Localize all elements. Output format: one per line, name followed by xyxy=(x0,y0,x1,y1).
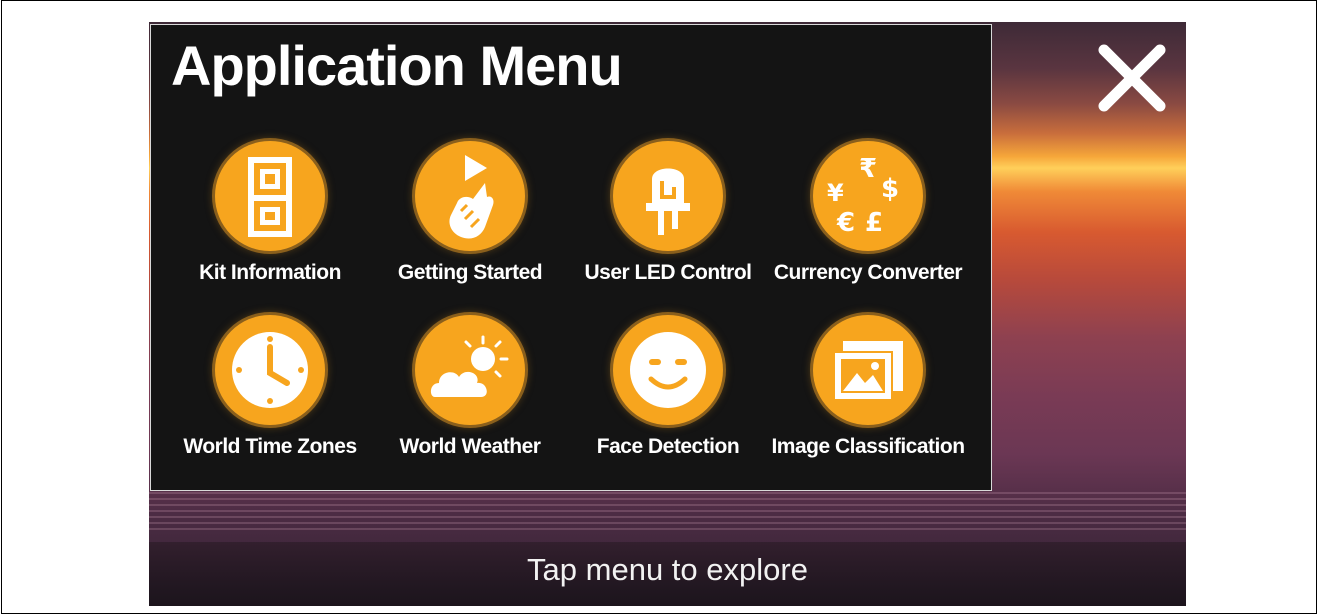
clock-icon xyxy=(215,315,325,425)
app-label: Image Classification xyxy=(771,435,965,458)
app-label: World Weather xyxy=(399,435,541,458)
tagline: Tap menu to explore xyxy=(527,552,808,587)
app-label: Getting Started xyxy=(397,261,543,284)
sun-cloud-icon xyxy=(415,315,525,425)
app-kit-information[interactable]: Kit Information xyxy=(175,141,365,301)
led-icon xyxy=(613,141,723,251)
images-icon xyxy=(813,315,923,425)
svg-text:¥: ¥ xyxy=(827,179,844,207)
close-icon xyxy=(1098,44,1166,112)
app-face-detection[interactable]: Face Detection xyxy=(573,315,763,475)
app-world-weather[interactable]: World Weather xyxy=(375,315,565,475)
menu-title: Application Menu xyxy=(171,34,623,97)
app-image-classification[interactable]: Image Classification xyxy=(771,315,965,475)
currency-icon: ₹ ¥ $ € £ xyxy=(813,141,923,251)
app-label: Kit Information xyxy=(199,261,341,284)
app-label: World Time Zones xyxy=(183,435,357,458)
hand-play-icon xyxy=(415,141,525,251)
app-currency-converter[interactable]: ₹ ¥ $ € £ Currency Converter xyxy=(773,141,963,301)
application-menu-panel: Application Menu Kit Information Getting xyxy=(150,24,992,491)
board-chip-icon xyxy=(215,141,325,251)
app-label: User LED Control xyxy=(584,261,752,284)
app-label: Face Detection xyxy=(596,435,740,458)
close-button[interactable] xyxy=(1090,36,1174,120)
svg-text:$: $ xyxy=(881,174,899,204)
smiley-icon xyxy=(613,315,723,425)
svg-text:£: £ xyxy=(865,208,883,238)
water-reflection xyxy=(149,492,1186,532)
app-user-led-control[interactable]: User LED Control xyxy=(573,141,763,301)
app-world-time-zones[interactable]: World Time Zones xyxy=(175,315,365,475)
svg-text:₹: ₹ xyxy=(859,154,877,184)
app-label: Currency Converter xyxy=(773,261,963,284)
app-getting-started[interactable]: Getting Started xyxy=(375,141,565,301)
svg-text:€: € xyxy=(836,208,855,238)
